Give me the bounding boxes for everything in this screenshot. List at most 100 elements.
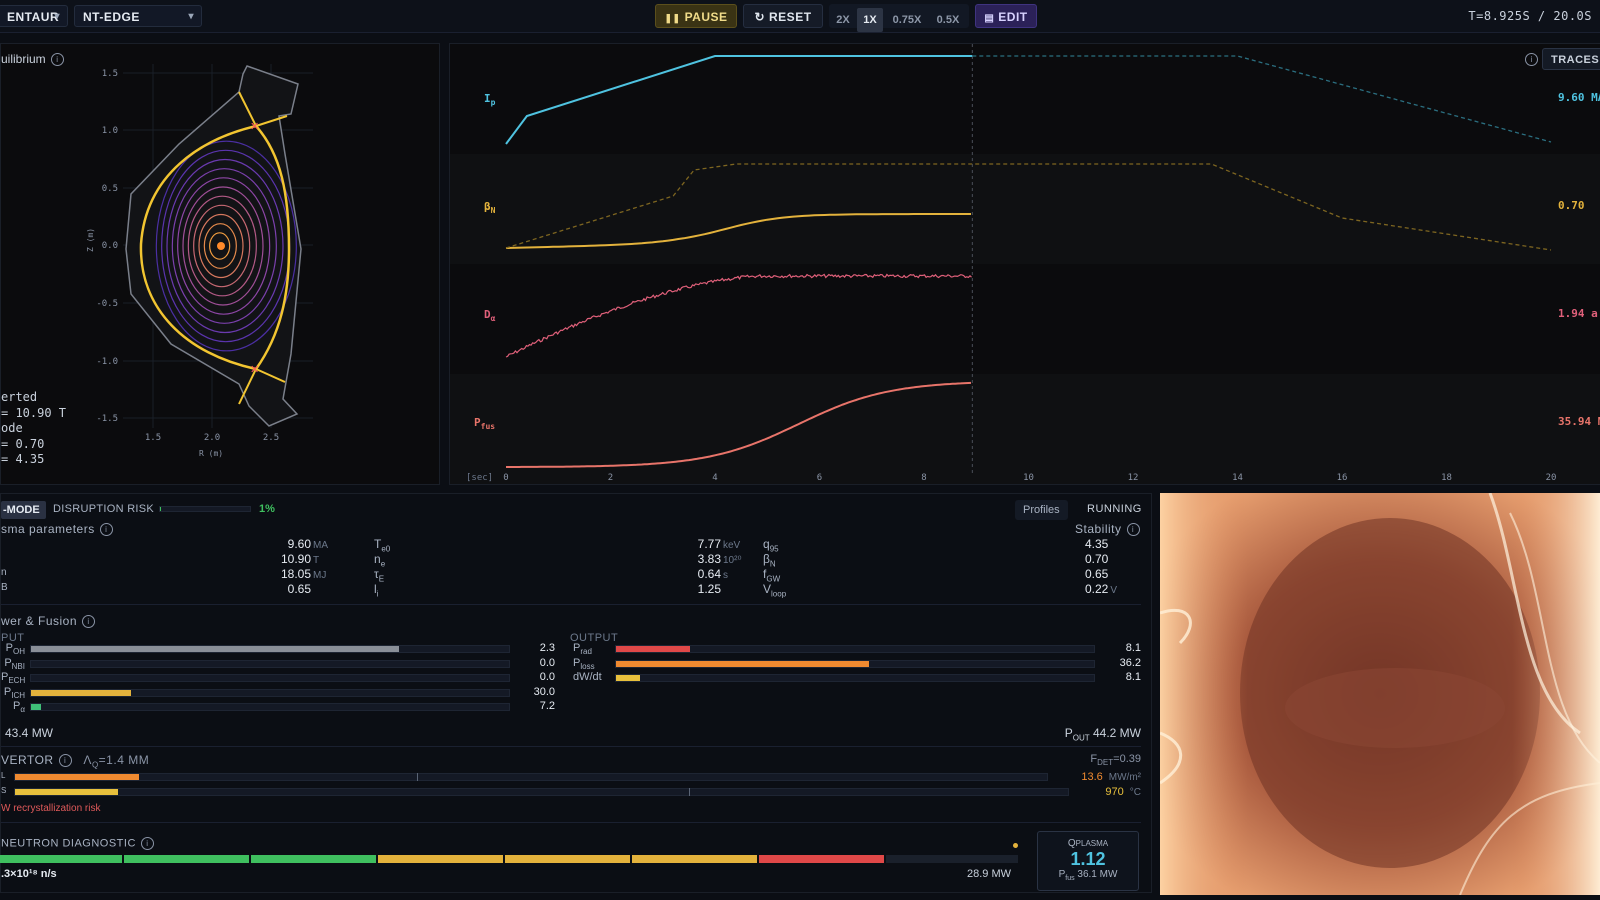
x-axis-label: [sec]: [466, 473, 493, 483]
power-input-fill: [31, 704, 41, 710]
power-input-fill: [31, 646, 400, 652]
speed-selector: 2X 1X 0.75X 0.5X: [829, 4, 969, 32]
info-icon[interactable]: i: [99, 523, 113, 537]
plasma-parameters-title: sma parameters i: [1, 522, 113, 537]
reset-button[interactable]: ↻ RESET: [743, 4, 823, 28]
p-out-total: POUT 44.2 MW: [1064, 726, 1141, 743]
param-value: 0.65: [1085, 567, 1109, 581]
info-icon[interactable]: i: [82, 615, 96, 629]
power-input-value: 7.2: [539, 700, 555, 712]
power-input-value: 0.0: [539, 671, 555, 683]
neutron-segment: [886, 855, 1018, 863]
equilibrium-info: erted = 10.90 T ode = 0.70 = 4.35: [1, 390, 67, 466]
speed-2x-button[interactable]: 2X: [829, 8, 857, 32]
power-fusion-title: wer & Fusion i: [1, 614, 96, 629]
lambda-q-readout: ΛQ=1.4 MM: [83, 753, 150, 770]
neutron-segment: [251, 855, 376, 863]
divider: [1, 604, 1141, 605]
trace-value: 0.70: [1558, 199, 1585, 212]
profiles-button[interactable]: Profiles: [1015, 500, 1068, 520]
param-label: li: [374, 582, 379, 599]
vessel-3d-view[interactable]: [1159, 492, 1600, 896]
trace-value: 9.60 MA: [1558, 91, 1600, 104]
divertor-title: VERTOR i ΛQ=1.4 MM: [1, 753, 150, 770]
param-value: 18.05 MJ: [280, 567, 327, 581]
power-input-fill: [31, 689, 132, 696]
speed-075x-button[interactable]: 0.75X: [885, 8, 929, 32]
param-value: 1.25: [697, 582, 721, 596]
x-tick-label: 10: [1023, 473, 1034, 483]
power-input-label: Pα: [13, 700, 25, 715]
trace-value: 1.94 a.: [1558, 307, 1600, 320]
y-tick-label: 0.0: [102, 241, 118, 251]
neutron-rate: .3×10¹⁸ n/s: [1, 868, 57, 880]
power-output-bar: [615, 659, 1095, 668]
info-icon[interactable]: i: [1126, 523, 1140, 537]
param-value: 10.90 T: [280, 552, 320, 566]
param-label: βN: [763, 552, 776, 569]
vessel-interior-render: [1159, 492, 1600, 896]
scenario-select[interactable]: NT-EDGE ▾: [74, 5, 202, 27]
f-det-readout: FDET=0.39: [1090, 753, 1141, 768]
machine-select[interactable]: ENTAUR ▾: [0, 5, 68, 27]
power-input-label: PICH: [3, 685, 25, 700]
traces-panel: [sec] 0 2 4 6 8 10 12 14 16 18 20 Ip 9.60 MA βN 0.70 Dα 1…: [449, 43, 1600, 485]
disruption-risk-label: DISRUPTION RISK: [53, 503, 155, 515]
trace-band: [450, 264, 1600, 374]
trace-value: 35.94 M: [1558, 415, 1600, 428]
divertor-limit-marker: [688, 788, 690, 796]
info-icon[interactable]: i: [1525, 53, 1538, 66]
param-label: B: [1, 582, 8, 593]
param-value: 0.22 V: [1085, 582, 1118, 596]
param-label: q95: [763, 537, 779, 554]
x-tick-label: 1.5: [145, 433, 161, 443]
disruption-risk-bar: [159, 506, 251, 512]
p-in-total: 43.4 MW: [5, 726, 54, 740]
x-point-marker-upper: ✕: [250, 121, 259, 133]
trace-band: [450, 44, 1600, 154]
power-input-label: POH: [5, 642, 25, 657]
divertor-row-value: 13.6 MW/m²: [1081, 771, 1141, 783]
neutron-segment: [124, 855, 249, 863]
z-axis-label: Z (m): [86, 228, 95, 252]
power-input-label: PECH: [1, 671, 26, 686]
x-tick-label: 6: [817, 473, 822, 483]
y-tick-label: 0.5: [102, 184, 118, 194]
neutron-segment: [759, 855, 884, 863]
neutron-bar: [0, 855, 1018, 863]
parameters-panel: -MODE DISRUPTION RISK 1% Profiles RUNNIN…: [0, 493, 1152, 893]
scenario-select-value: NT-EDGE: [83, 10, 140, 24]
y-tick-label: -1.0: [96, 357, 118, 367]
param-value: 4.35: [1085, 537, 1109, 551]
param-label: Te0: [374, 537, 391, 554]
x-tick-label: 0: [503, 473, 508, 483]
speed-05x-button[interactable]: 0.5X: [929, 8, 967, 32]
time-readout: T=8.925S / 20.0S: [1468, 9, 1592, 23]
trace-band: [450, 374, 1600, 484]
trace-band: [450, 154, 1600, 264]
reset-icon: ↻: [754, 10, 766, 24]
divider: [1, 822, 1141, 823]
magnetic-axis-marker: [217, 242, 225, 250]
param-value: 3.83 10²⁰: [697, 552, 742, 566]
info-icon[interactable]: i: [140, 837, 154, 850]
power-output-label: Ploss: [573, 656, 595, 671]
edit-button[interactable]: ▤ EDIT: [975, 4, 1037, 28]
power-output-fill: [616, 646, 691, 652]
pause-button[interactable]: ❚❚ PAUSE: [655, 4, 737, 28]
info-icon[interactable]: i: [58, 754, 72, 768]
x-tick-label: 8: [921, 473, 926, 483]
y-tick-label: -1.5: [96, 414, 118, 424]
power-output-value: 36.2: [1119, 656, 1141, 669]
speed-1x-button[interactable]: 1X: [857, 8, 883, 32]
traces-button[interactable]: TRACES: [1542, 48, 1600, 70]
param-label: τE: [374, 567, 385, 584]
power-input-value: 30.0: [533, 685, 555, 698]
clipboard-icon: ▤: [984, 13, 995, 24]
power-output-label: dW/dt: [573, 671, 602, 683]
power-input-bar: [30, 659, 510, 668]
param-value: 7.77 keV: [697, 537, 741, 551]
equilibrium-panel: uilibrium i 1.5 1.0 0.5 0.0 -0.5 -1.0 -1.5 1.5 2.…: [0, 43, 440, 485]
power-input-bar: [30, 645, 510, 653]
divertor-bar-fill: [15, 789, 119, 795]
